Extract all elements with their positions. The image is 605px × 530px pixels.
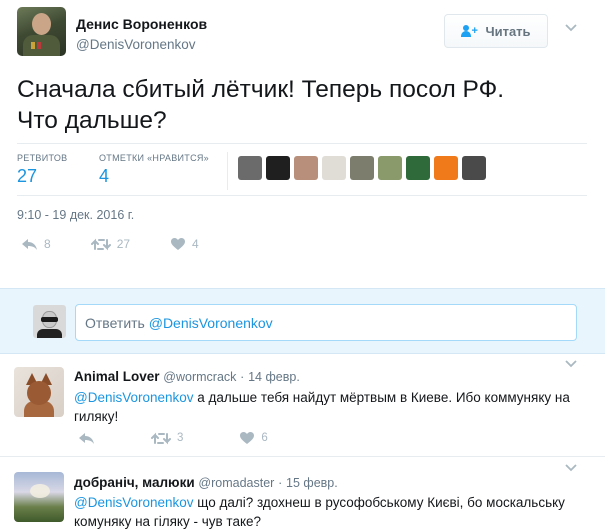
liker-avatar-1[interactable] — [238, 156, 262, 180]
reply-mention-link[interactable]: @DenisVoronenkov — [74, 495, 194, 510]
divider — [17, 143, 587, 144]
likes-stat-label: ОТМЕТКИ «НРАВИТСЯ» — [99, 153, 209, 163]
reply-icon — [21, 238, 38, 251]
liker-avatar-7[interactable] — [406, 156, 430, 180]
follow-person-icon: + — [461, 25, 479, 37]
reply-author-avatar[interactable] — [14, 367, 64, 417]
reply-date[interactable]: 14 февр. — [248, 370, 300, 384]
likes-stat-value: 4 — [99, 166, 110, 186]
like-action[interactable]: 4 — [170, 237, 199, 251]
heart-icon — [239, 431, 255, 445]
reply-author-name[interactable]: добраніч, малюки — [74, 475, 195, 490]
chevron-down-icon[interactable] — [565, 360, 577, 372]
tweet-text: Сначала сбитый лётчик! Теперь посол РФ. … — [17, 74, 577, 136]
retweets-stat-value: 27 — [17, 166, 38, 186]
liker-avatar-3[interactable] — [294, 156, 318, 180]
reply-header: добраніч, малюки @romadaster · 15 февр. — [74, 475, 338, 490]
reply-tweet[interactable]: добраніч, малюки @romadaster · 15 февр. … — [0, 458, 605, 530]
main-tweet: Денис Вороненков @DenisVoronenkov + Чита… — [0, 0, 605, 288]
reply-actions: 3 6 — [78, 431, 324, 445]
current-user-avatar — [33, 305, 66, 338]
like-action[interactable]: 6 — [239, 431, 268, 445]
tweet-text-line: Что дальше? — [17, 107, 167, 134]
avatar-medal — [37, 42, 41, 49]
author-name[interactable]: Денис Вороненков — [76, 16, 207, 32]
liker-avatar-4[interactable] — [322, 156, 346, 180]
liker-avatar-9[interactable] — [462, 156, 486, 180]
reply-text: @DenisVoronenkov що далі? здохнеш в русо… — [74, 493, 584, 530]
reply-author-name[interactable]: Animal Lover — [74, 369, 160, 384]
reply-mention: @DenisVoronenkov — [148, 315, 273, 331]
like-count: 4 — [192, 237, 199, 251]
retweet-count: 27 — [116, 237, 131, 251]
reply-date[interactable]: 15 февр. — [286, 476, 338, 490]
like-count: 6 — [261, 432, 268, 444]
tweet-text-line: Сначала сбитый лётчик! Теперь посол РФ. — [17, 76, 505, 103]
follow-label: Читать — [485, 23, 531, 39]
reply-count: 8 — [44, 237, 51, 251]
reply-mention-link[interactable]: @DenisVoronenkov — [74, 390, 194, 405]
divider — [17, 195, 587, 196]
retweet-icon — [151, 432, 171, 445]
reply-action[interactable] — [78, 432, 95, 445]
follow-button[interactable]: + Читать — [444, 14, 548, 48]
tweet-actions: 8 27 4 — [21, 237, 239, 251]
author-handle[interactable]: @DenisVoronenkov — [76, 37, 196, 52]
retweet-icon — [90, 238, 111, 251]
avatar-uniform — [23, 35, 60, 56]
divider — [227, 152, 228, 190]
retweet-count: 3 — [177, 432, 184, 444]
chevron-down-icon[interactable] — [565, 24, 577, 36]
reply-tweet[interactable]: Animal Lover @wormcrack · 14 февр. @Deni… — [0, 355, 605, 457]
reply-composer: Ответить @DenisVoronenkov — [0, 288, 605, 354]
reply-input[interactable]: Ответить @DenisVoronenkov — [75, 304, 577, 341]
reply-author-avatar[interactable] — [14, 472, 64, 522]
tweet-timestamp[interactable]: 9:10 - 19 дек. 2016 г. — [17, 208, 134, 222]
reply-author-handle[interactable]: @romadaster — [198, 476, 274, 490]
reply-text: @DenisVoronenkov а дальше тебя найдут мё… — [74, 388, 584, 426]
liker-avatar-5[interactable] — [350, 156, 374, 180]
liker-avatar-8[interactable] — [434, 156, 458, 180]
retweet-action[interactable]: 27 — [90, 237, 131, 251]
heart-icon — [170, 237, 186, 251]
reply-icon — [78, 432, 95, 445]
avatar-face — [32, 13, 51, 35]
retweets-stat[interactable]: РЕТВИТОВ 27 — [17, 153, 67, 187]
separator-dot: · — [240, 370, 245, 384]
likes-stat[interactable]: ОТМЕТКИ «НРАВИТСЯ» 4 — [99, 153, 209, 187]
reply-author-handle[interactable]: @wormcrack — [163, 370, 236, 384]
separator-dot: · — [278, 476, 283, 490]
chevron-down-icon[interactable] — [565, 464, 577, 476]
author-avatar[interactable] — [17, 7, 66, 56]
reply-prompt: Ответить — [85, 315, 149, 331]
retweet-action[interactable]: 3 — [151, 432, 183, 445]
retweets-stat-label: РЕТВИТОВ — [17, 153, 68, 163]
reply-action[interactable]: 8 — [21, 237, 51, 251]
reply-header: Animal Lover @wormcrack · 14 февр. — [74, 369, 300, 384]
liker-avatar-6[interactable] — [378, 156, 402, 180]
likers-avatars — [238, 156, 486, 180]
liker-avatar-2[interactable] — [266, 156, 290, 180]
avatar-medal — [31, 42, 35, 49]
